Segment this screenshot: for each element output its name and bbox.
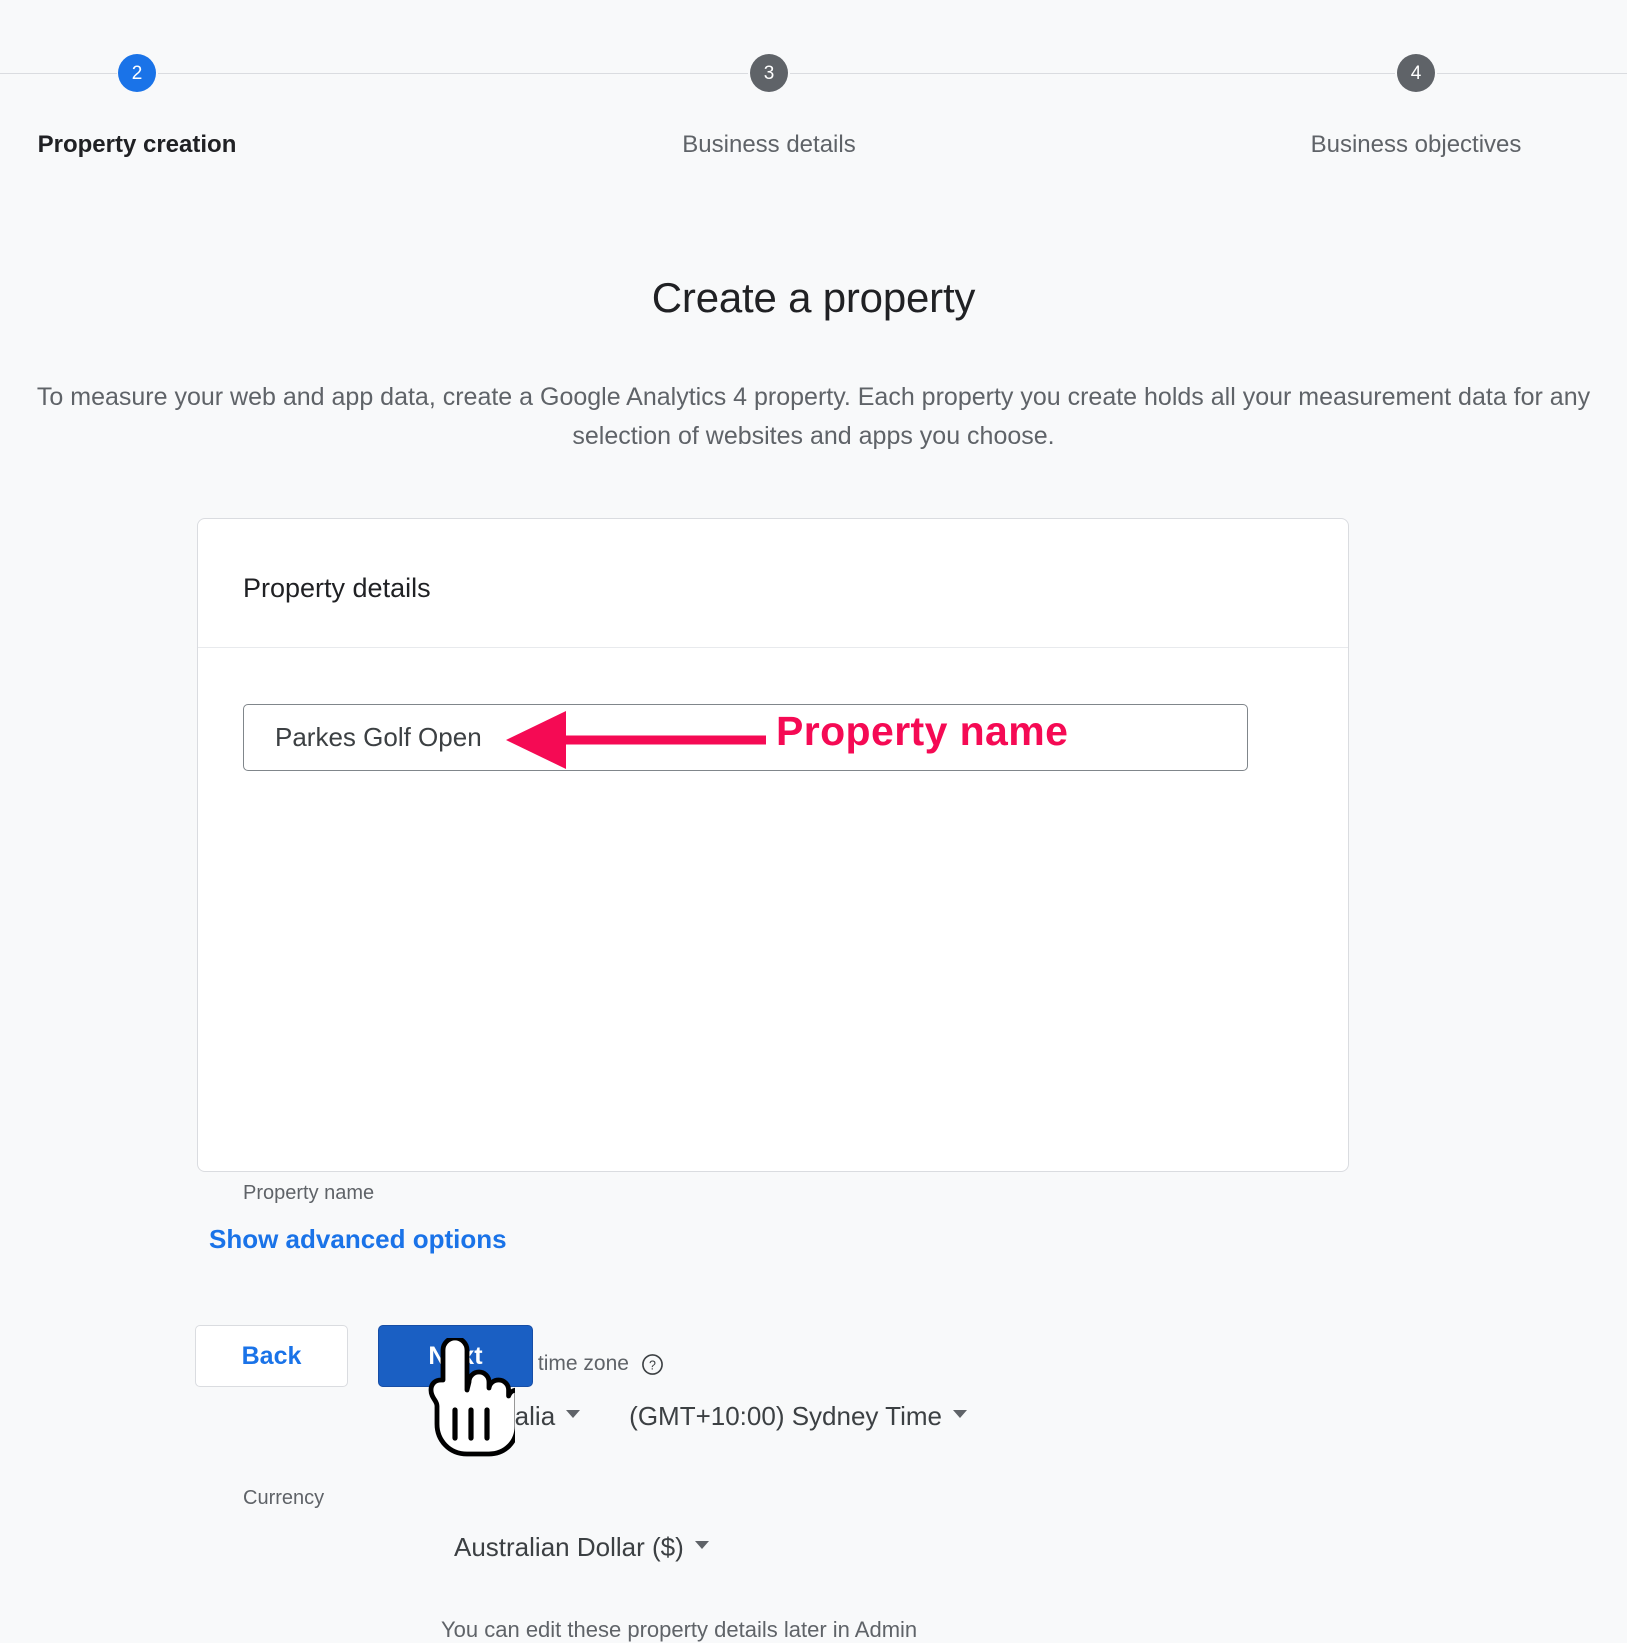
currency-dropdown[interactable]: Australian Dollar ($) [454, 1532, 709, 1563]
card-title: Property details [243, 573, 431, 603]
chevron-down-icon [953, 1409, 967, 1418]
stepper-label-business-details: Business details [682, 131, 856, 158]
page-title: Create a property [651, 274, 976, 321]
stepper-connector-line [790, 73, 1395, 74]
stepper-step-4[interactable]: 4 [1306, 54, 1526, 92]
stepper-step-2[interactable]: 2 [27, 54, 247, 92]
help-circle-icon[interactable]: ? [641, 1353, 664, 1376]
chevron-down-icon [566, 1409, 581, 1418]
progress-stepper: 2 Property creation 3 Business details 4… [0, 0, 1627, 180]
property-name-label: Property name [243, 1182, 375, 1204]
time-zone-dropdowns: Australia (GMT+10:00) Sydney Time [454, 1401, 967, 1432]
stepper-label-business-objectives: Business objectives [1310, 131, 1522, 158]
card-note: You can edit these property details late… [441, 1617, 918, 1642]
step-number-badge: 3 [750, 54, 788, 92]
property-name-input[interactable] [243, 704, 1248, 771]
show-advanced-options-link[interactable]: Show advanced options [209, 1224, 507, 1255]
stepper-label-property-creation: Property creation [37, 131, 237, 158]
stepper-step-3[interactable]: 3 [659, 54, 879, 92]
currency-dropdown-row: Australian Dollar ($) [454, 1532, 709, 1563]
back-button[interactable]: Back [195, 1325, 348, 1387]
step-number-badge: 2 [118, 54, 156, 92]
card-header: Property details [198, 519, 1348, 648]
property-details-card: Property details Property name Reporting… [197, 518, 1349, 1642]
mouse-cursor-pointer [423, 1335, 520, 1463]
svg-text:?: ? [649, 1358, 656, 1372]
timezone-zone-value: (GMT+10:00) Sydney Time [629, 1401, 942, 1431]
page-description: To measure your web and app data, create… [36, 383, 1591, 450]
currency-label: Currency [243, 1487, 325, 1509]
chevron-down-icon [694, 1540, 709, 1549]
timezone-zone-dropdown[interactable]: (GMT+10:00) Sydney Time [629, 1401, 967, 1432]
step-number-badge: 4 [1397, 54, 1435, 92]
currency-value: Australian Dollar ($) [454, 1532, 684, 1562]
